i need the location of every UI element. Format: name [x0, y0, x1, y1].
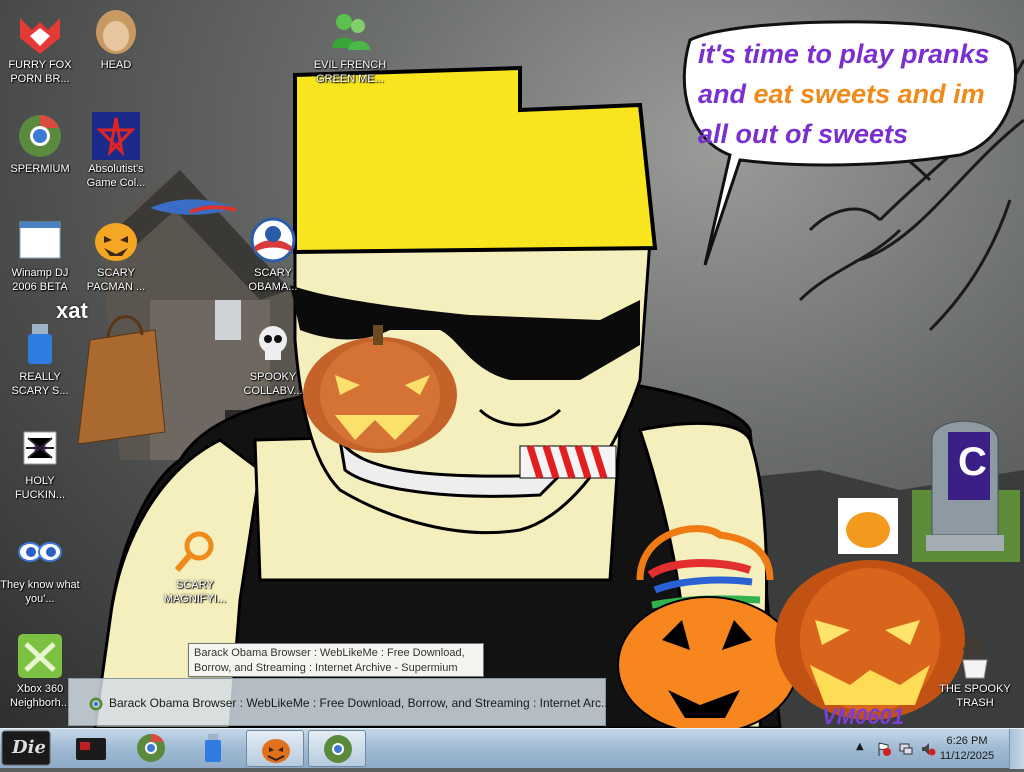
taskbar: Die ▲ 6:26 PM 11/12/2025 [0, 728, 1024, 769]
desktop-icon-winamp[interactable]: Winamp DJ 2006 BETA [0, 216, 80, 294]
star-logo-icon [92, 112, 140, 160]
taskbar-tooltip: Barack Obama Browser : WebLikeMe : Free … [188, 643, 484, 677]
candy-cane [519, 444, 617, 480]
desktop-icon-scary-pacman[interactable]: SCARY PACMAN ... [76, 216, 156, 294]
pumpkin-icon [262, 739, 290, 763]
desktop-icon-absolutist[interactable]: Absolutist's Game Col... [76, 112, 156, 190]
taskbar-browser-window[interactable] [308, 730, 366, 767]
taskbar-pinned-usb[interactable] [184, 730, 242, 767]
paper-bag [77, 315, 166, 445]
clock-date: 11/12/2025 [939, 750, 995, 762]
show-desktop-button[interactable] [1009, 729, 1024, 769]
skull-icon [259, 326, 287, 360]
usb-drive-icon [205, 734, 221, 762]
system-tray: ▲ 6:26 PM 11/12/2025 [834, 729, 1024, 769]
desktop-icon-scary-magnifier[interactable]: SCARY MAGNIFYI... [155, 528, 235, 606]
bubble-line-2: and eat sweets and im [698, 79, 985, 109]
desktop-icon-scary-obama[interactable]: SCARY OBAMA... [233, 216, 313, 294]
desktop-icon-they-know[interactable]: They know what you'... [0, 528, 80, 606]
eyes-icon [18, 542, 62, 562]
fox-icon [20, 18, 60, 54]
desktop-icon-spermium[interactable]: SPERMIUM [0, 112, 80, 176]
obama-logo-icon [250, 217, 296, 263]
xbox-icon [18, 634, 62, 678]
tombstone-letter: C [958, 440, 987, 484]
desktop[interactable]: it's time to play pranks and eat sweets … [0, 0, 1024, 728]
head-icon [96, 10, 136, 54]
spider-icon [23, 431, 57, 465]
desktop-icon-evil-french[interactable]: EVIL FRENCH GREEN ME... [310, 8, 390, 86]
browser-favicon-icon [89, 697, 103, 711]
desktop-icon-holy[interactable]: HOLY FUCKIN... [0, 424, 80, 502]
taskbar-pinned-browser[interactable] [122, 730, 180, 767]
taskbar-pinned-folder[interactable] [62, 730, 120, 767]
taskbar-pumpkin-app[interactable] [246, 730, 304, 767]
taskbar-window-preview[interactable]: Barack Obama Browser : WebLikeMe : Free … [68, 678, 611, 726]
window-app-icon [19, 221, 61, 259]
magnifier-icon [174, 531, 214, 572]
small-pumpkin-image [838, 498, 898, 554]
bubble-line-1: it's time to play pranks [698, 39, 990, 69]
start-button-label: Die [12, 737, 46, 758]
show-hidden-icons-icon[interactable]: ▲ [856, 741, 864, 752]
network-icon[interactable] [898, 741, 914, 757]
desktop-icon-head[interactable]: HEAD [76, 8, 156, 72]
chrome-browser-icon [19, 115, 61, 157]
desktop-icon-spooky-collab[interactable]: SPOOKY COLLABV... [233, 320, 313, 398]
preview-window-title: Barack Obama Browser : WebLikeMe : Free … [109, 696, 611, 710]
desktop-icon-really-scary[interactable]: REALLY SCARY S... [0, 320, 80, 398]
desktop-icon-furry-fox[interactable]: FURRY FOX PORN BR... [0, 8, 80, 86]
start-button[interactable]: Die [0, 729, 56, 769]
bubble-line-3: all out of sweets [698, 119, 909, 149]
usb-drive-icon [28, 324, 52, 364]
jack-o-lantern-icon [95, 223, 137, 261]
chrome-icon [137, 733, 165, 762]
recycle-bin-icon [962, 637, 988, 679]
clock-time: 6:26 PM [946, 735, 988, 747]
clock[interactable]: 6:26 PM 11/12/2025 [932, 734, 1002, 764]
speech-bubble-text: it's time to play pranks and eat sweets … [698, 34, 1018, 154]
dark-folder-icon [76, 738, 106, 760]
browser-icon [324, 735, 352, 763]
desktop-icon-spooky-trash[interactable]: THE SPOOKY TRASH [935, 632, 1015, 710]
action-center-flag-icon[interactable] [876, 741, 892, 757]
messenger-icon [332, 14, 370, 50]
signature: VM0601 [822, 704, 904, 728]
